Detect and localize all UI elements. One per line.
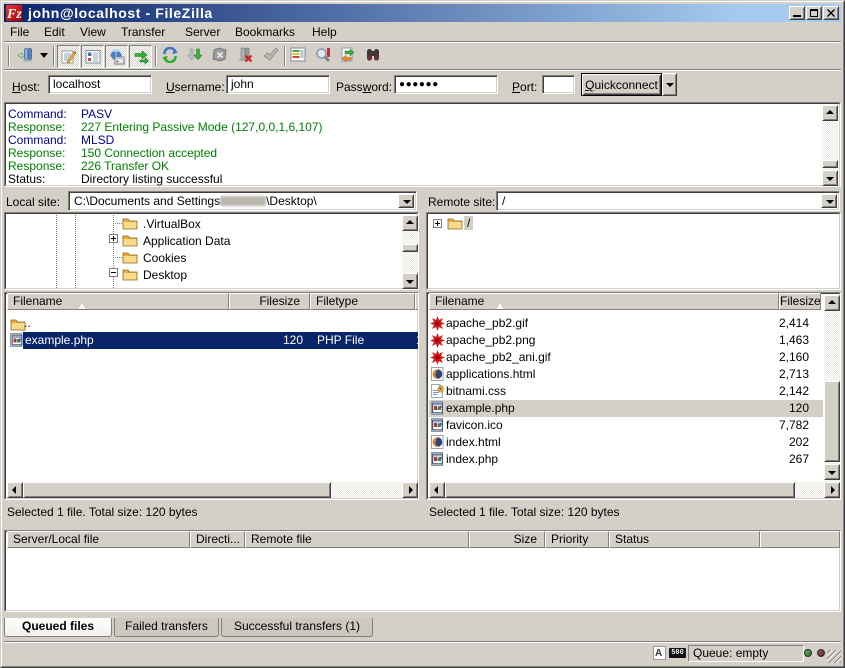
svg-text:Fz: Fz [6, 7, 22, 21]
